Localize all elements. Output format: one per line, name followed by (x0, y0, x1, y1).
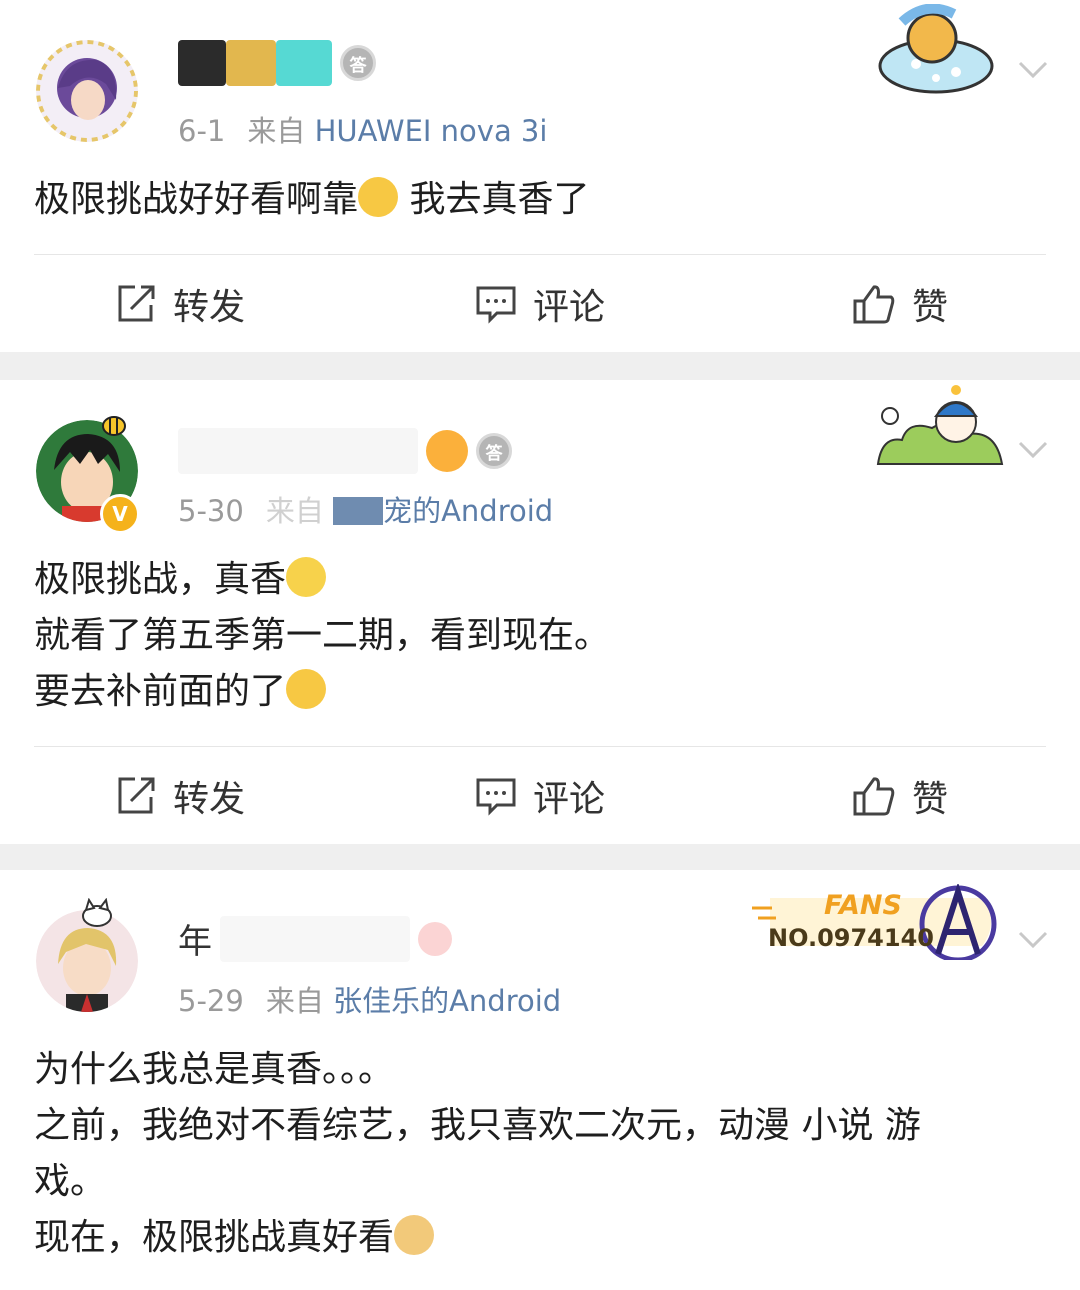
like-label: 赞 (911, 287, 948, 328)
post-date: 5-29 (178, 984, 244, 1018)
post-text: 为什么我总是真香。。。 之前，我绝对不看综艺，我只喜欢二次元，动漫 小说 游 戏… (34, 1042, 1040, 1266)
redacted-name-block (226, 40, 276, 86)
username-row[interactable]: 答 (178, 40, 376, 86)
redacted-name-block (178, 428, 418, 474)
verified-badge-icon: V (100, 494, 140, 534)
post-text: 极限挑战，真香 就看了第五季第一二期，看到现在。 要去补前面的了 (34, 552, 1040, 720)
thumbs-up-icon (853, 777, 895, 816)
repost-label: 转发 (172, 779, 245, 820)
chevron-down-icon[interactable] (1016, 922, 1050, 956)
sticker-icon (876, 385, 1004, 465)
post-text-line: 极限挑战，真香 (34, 559, 287, 600)
grin-emoji-icon (426, 430, 468, 472)
redacted-name-block (178, 40, 226, 86)
post-date: 6-1 (178, 114, 226, 148)
divider (34, 254, 1046, 255)
avatar[interactable] (36, 40, 138, 142)
post-text: 极限挑战好好看啊靠 我去真香了 (34, 172, 1040, 228)
divider (34, 746, 1046, 747)
post-text-line: 就看了第五季第一二期，看到现在。 (34, 615, 611, 656)
answer-badge-icon: 答 (476, 433, 512, 469)
thumbs-up-icon (853, 285, 895, 324)
post-text-line: 现在，极限挑战真好看 (34, 1217, 395, 1258)
source-link[interactable]: 宠的Android (383, 494, 553, 528)
via-label: 来自 (265, 494, 324, 528)
post-card: 答 6-1 来自 HUAWEI nova 3i 极限挑战好好看啊靠 我去真香了 转… (0, 0, 1080, 352)
username-row[interactable]: 年 (178, 914, 452, 963)
comment-label: 评论 (532, 287, 605, 328)
post-card: V 答 5-30 来自 宠的Android 极限挑战，真香 就看了第五季第一二期，… (0, 380, 1080, 844)
username-visible: 年 (178, 922, 212, 962)
chevron-down-icon[interactable] (1016, 432, 1050, 466)
post-text-line: 我去真香了 (409, 179, 590, 220)
thinking-emoji-icon (286, 557, 327, 597)
via-label: 来自 (247, 114, 306, 148)
laugh-cry-emoji-icon (286, 669, 327, 709)
bee-icon (102, 416, 126, 436)
like-label: 赞 (911, 779, 948, 820)
repost-label: 转发 (172, 287, 245, 328)
comment-button[interactable]: 评论 (360, 256, 720, 352)
post-text-line: 戏。 (34, 1161, 107, 1202)
cat-icon (82, 898, 112, 927)
laugh-cry-emoji-icon (358, 177, 399, 217)
repost-button[interactable]: 转发 (0, 256, 360, 352)
like-button[interactable]: 赞 (720, 256, 1080, 352)
fans-label: FANS (824, 890, 902, 921)
via-label: 来自 (265, 984, 324, 1018)
action-bar: 转发 评论 赞 (0, 256, 1080, 352)
redacted-source-block (333, 497, 384, 525)
post-meta: 5-30 来自 宠的Android (178, 488, 553, 530)
repost-icon (118, 777, 155, 814)
repost-button[interactable]: 转发 (0, 748, 360, 844)
post-meta: 5-29 来自 张佳乐的Android (178, 978, 561, 1020)
post-date: 5-30 (178, 494, 244, 528)
post-meta: 6-1 来自 HUAWEI nova 3i (178, 108, 547, 150)
comment-label: 评论 (532, 779, 605, 820)
doge-emoji-icon (394, 1215, 435, 1255)
comment-icon (476, 778, 516, 816)
fans-badge[interactable]: FANS NO.0974140 (752, 884, 1006, 960)
post-card: 年 5-29 来自 张佳乐的Android FANS NO.0974140 为什么… (0, 870, 1080, 1290)
chevron-down-icon[interactable] (1016, 52, 1050, 86)
post-text-line: 为什么我总是真香。。。 (34, 1049, 395, 1090)
piglet-emoji-icon (418, 921, 452, 956)
post-text-line: 之前，我绝对不看综艺，我只喜欢二次元，动漫 小说 游 (34, 1105, 921, 1146)
section-gap (0, 844, 1080, 870)
redacted-name-block (220, 915, 410, 962)
post-text-line: 要去补前面的了 (34, 671, 287, 712)
source-link[interactable]: HUAWEI nova 3i (315, 114, 548, 148)
username-row[interactable]: 答 (178, 428, 512, 474)
answer-badge-icon: 答 (340, 45, 376, 81)
fans-number: NO.0974140 (768, 924, 934, 952)
redacted-name-block (276, 40, 332, 86)
comment-icon (476, 286, 516, 324)
like-button[interactable]: 赞 (720, 748, 1080, 844)
action-bar: 转发 评论 赞 (0, 748, 1080, 844)
sticker-icon (878, 4, 994, 94)
repost-icon (118, 285, 155, 322)
source-link[interactable]: 张佳乐的Android (333, 984, 561, 1018)
comment-button[interactable]: 评论 (360, 748, 720, 844)
post-text-line: 极限挑战好好看啊靠 (34, 179, 359, 220)
section-gap (0, 352, 1080, 380)
